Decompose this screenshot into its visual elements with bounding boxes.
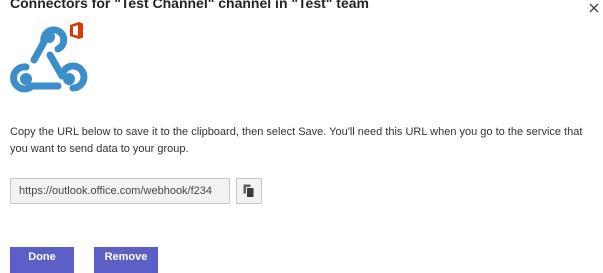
- done-button-label: Done: [28, 251, 56, 263]
- copy-url-button[interactable]: [236, 178, 262, 204]
- remove-button-label: Remove: [104, 251, 148, 263]
- close-icon[interactable]: [589, 3, 599, 13]
- dialog-title: Connectors for "Test Channel" channel in…: [10, 0, 369, 11]
- office-logo-icon: [70, 22, 83, 39]
- copy-icon: [243, 184, 255, 198]
- done-button[interactable]: Done: [10, 247, 74, 273]
- remove-button[interactable]: Remove: [94, 247, 158, 273]
- instructions-text: Copy the URL below to save it to the cli…: [10, 126, 583, 155]
- webhook-url-field[interactable]: [10, 178, 230, 204]
